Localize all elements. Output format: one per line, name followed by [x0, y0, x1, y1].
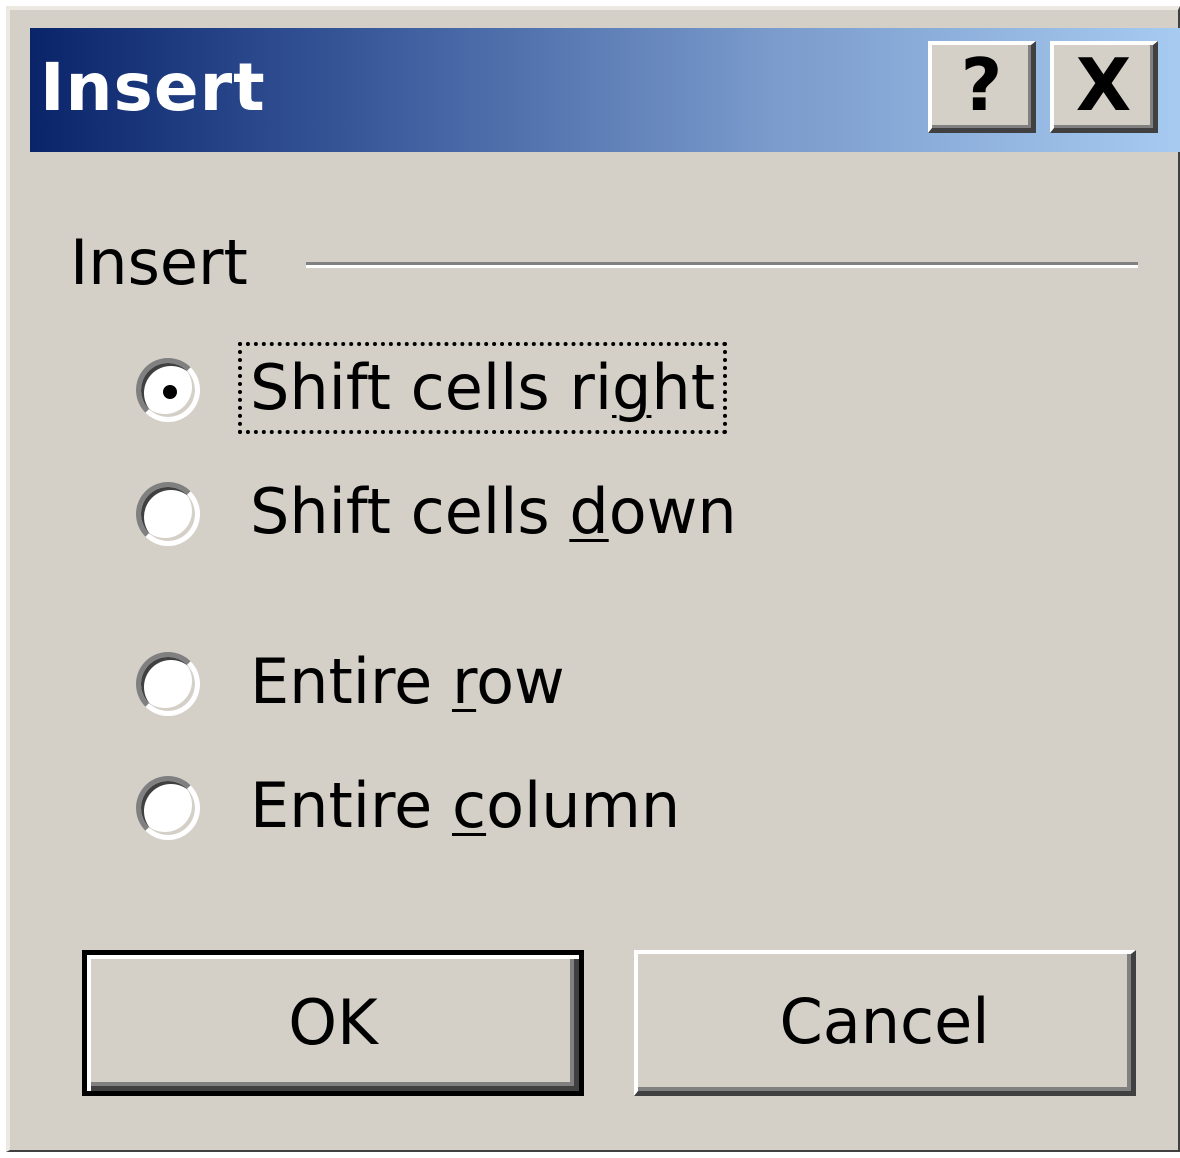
radio-button-icon[interactable] [136, 652, 200, 716]
help-button[interactable]: ? [928, 41, 1036, 133]
radio-label[interactable]: Shift cells right [237, 342, 728, 434]
title-bar[interactable]: Insert ? X [30, 28, 1180, 152]
close-icon: X [1075, 43, 1132, 127]
insert-dialog: Insert ? X Insert Shift cells right Shif… [6, 6, 1180, 1152]
group-label-insert: Insert [70, 226, 248, 299]
radio-entire-row[interactable]: Entire row [136, 642, 836, 722]
radio-button-selected-icon[interactable] [136, 358, 200, 422]
cancel-button[interactable]: Cancel [634, 950, 1136, 1096]
close-button[interactable]: X [1050, 41, 1158, 133]
radio-dot-icon [163, 385, 177, 399]
dialog-title: Insert [40, 49, 266, 126]
radio-button-icon[interactable] [136, 776, 200, 840]
radio-shift-cells-down[interactable]: Shift cells down [136, 472, 836, 552]
radio-label[interactable]: Entire column [244, 766, 686, 846]
group-divider [306, 262, 1138, 268]
radio-shift-cells-right[interactable]: Shift cells right [136, 342, 836, 434]
ok-button[interactable]: OK [82, 950, 584, 1096]
radio-entire-column[interactable]: Entire column [136, 766, 836, 846]
radio-label[interactable]: Entire row [244, 642, 571, 722]
help-icon: ? [960, 43, 1003, 127]
radio-label[interactable]: Shift cells down [244, 472, 743, 552]
radio-button-icon[interactable] [136, 482, 200, 546]
